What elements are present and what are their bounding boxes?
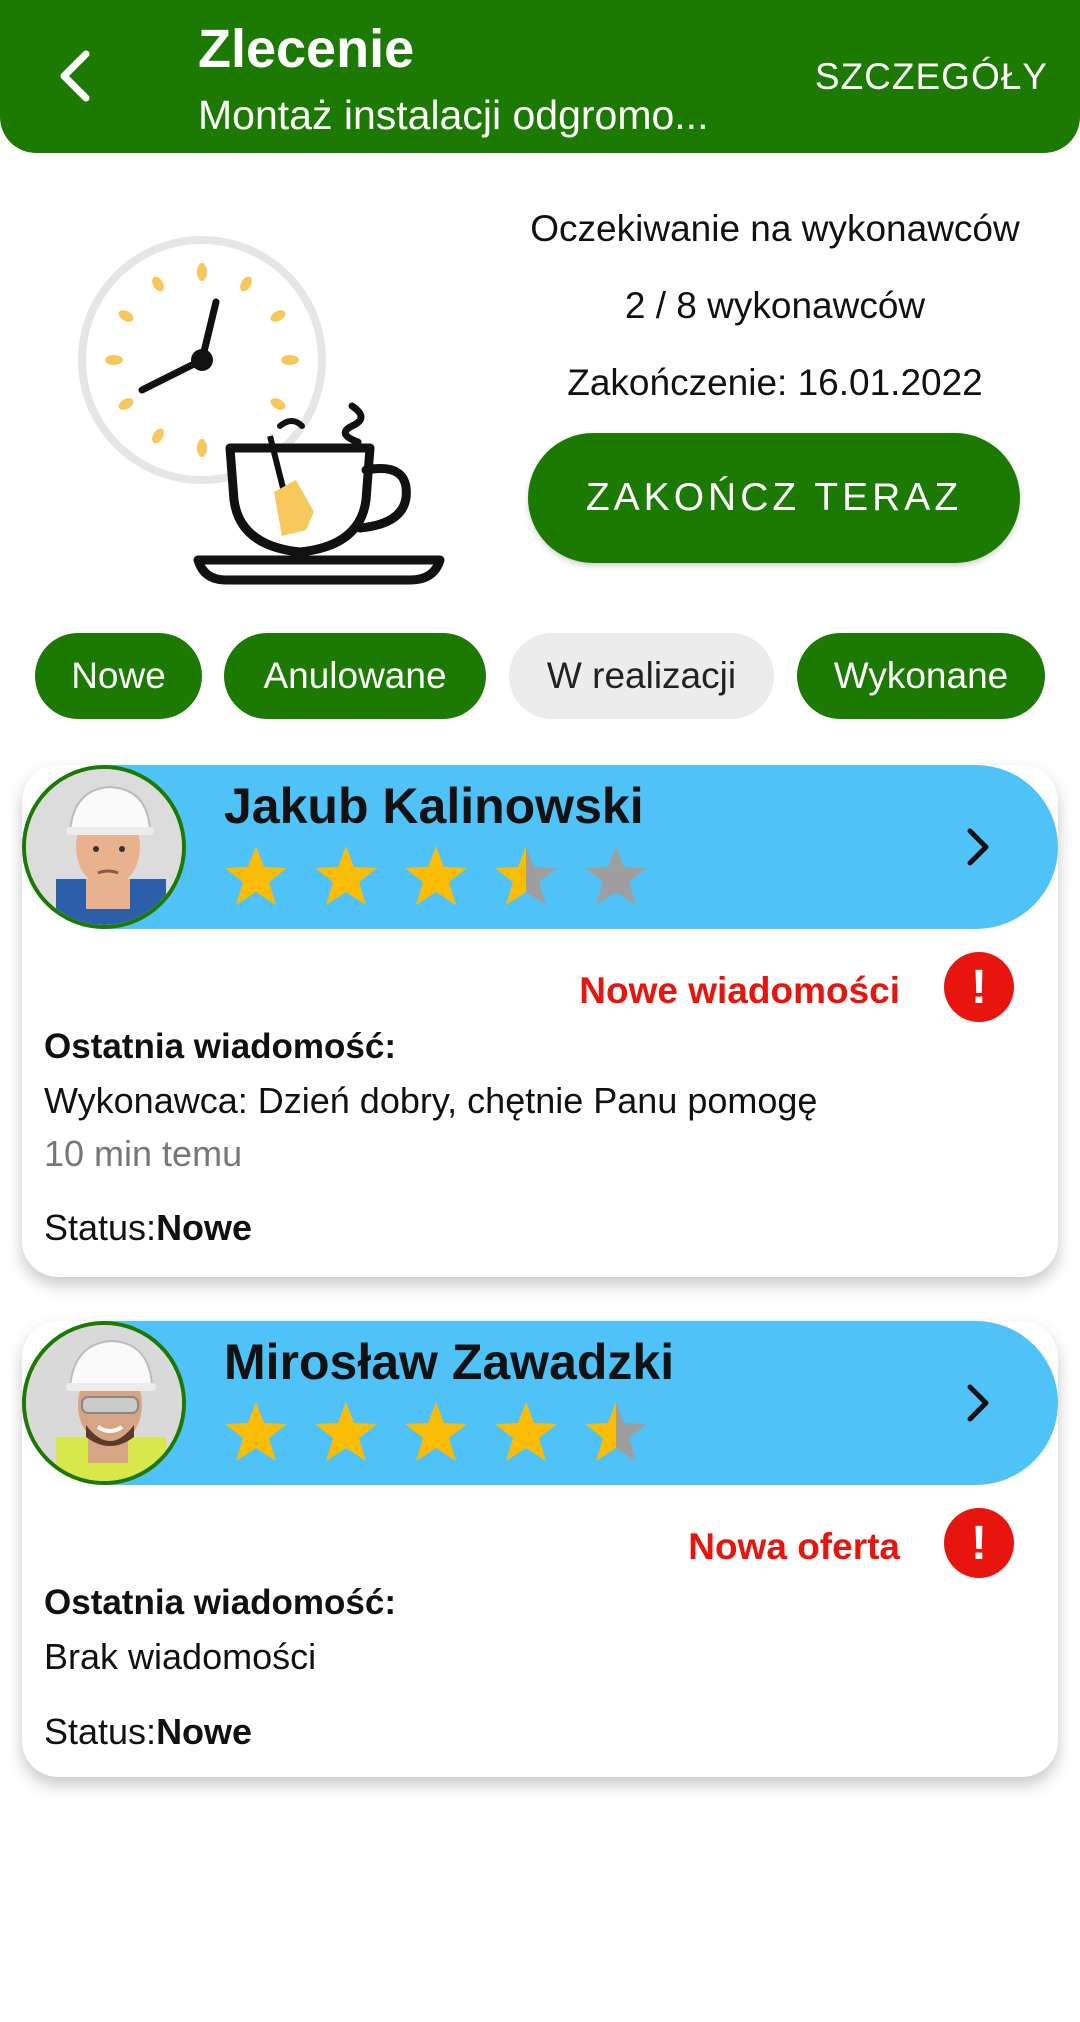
- finish-date: Zakończenie: 16.01.2022: [567, 362, 983, 403]
- alert-new-offer: Nowa oferta: [688, 1526, 900, 1567]
- contractor-card[interactable]: Jakub Kalinowski Nowe wiadomości ! Ostat…: [22, 765, 1058, 1277]
- avatar: [22, 765, 186, 929]
- contractor-header[interactable]: Mirosław Zawadzki: [22, 1321, 1058, 1485]
- avatar: [22, 1321, 186, 1485]
- status-value: Nowe: [156, 1711, 253, 1752]
- filter-chip-anulowane[interactable]: Anulowane: [224, 633, 486, 719]
- page-title: Zlecenie: [198, 19, 415, 79]
- star-icon: [225, 846, 287, 905]
- star-icon: [405, 1402, 467, 1461]
- chevron-right-icon[interactable]: [958, 823, 998, 871]
- exclamation-icon: !: [944, 1508, 1014, 1578]
- star-icon: [495, 1402, 557, 1461]
- last-message-label: Ostatnia wiadomość:: [44, 1583, 397, 1622]
- rating-stars: [222, 843, 650, 909]
- back-arrow-icon: [60, 50, 90, 102]
- chevron-right-icon[interactable]: [958, 1379, 998, 1427]
- star-icon: [405, 846, 467, 905]
- last-message-label: Ostatnia wiadomość:: [44, 1027, 397, 1066]
- contractor-card[interactable]: Mirosław Zawadzki Nowa oferta ! Ostatnia…: [22, 1321, 1058, 1777]
- back-button[interactable]: [44, 40, 114, 110]
- star-icon: [315, 846, 377, 905]
- details-button[interactable]: SZCZEGÓŁY: [815, 56, 1048, 98]
- app-bar: Zlecenie Montaż instalacji odgromo... SZ…: [0, 0, 1080, 153]
- last-message-text: Brak wiadomości: [44, 1636, 317, 1677]
- contractor-count: 2 / 8 wykonawców: [624, 285, 926, 326]
- contractor-name: Jakub Kalinowski: [224, 778, 644, 834]
- status-line: Status:Nowe: [44, 1207, 252, 1249]
- star-icon: [585, 1402, 647, 1461]
- filter-chip-wykonane[interactable]: Wykonane: [797, 633, 1045, 719]
- star-icon: [225, 1402, 287, 1461]
- status-value: Nowe: [156, 1207, 253, 1248]
- waiting-status: Oczekiwanie na wykonawców: [530, 208, 1020, 249]
- last-message-text: Wykonawca: Dzień dobry, chętnie Panu pom…: [44, 1080, 818, 1121]
- status-label: Status:: [44, 1207, 157, 1248]
- contractor-header[interactable]: Jakub Kalinowski: [22, 765, 1058, 929]
- star-icon: [315, 1402, 377, 1461]
- alert-new-messages: Nowe wiadomości: [579, 970, 900, 1011]
- finish-now-button[interactable]: ZAKOŃCZ TERAZ: [528, 433, 1020, 563]
- star-icon: [585, 846, 647, 905]
- star-icon: [495, 846, 557, 905]
- filter-chip-nowe[interactable]: Nowe: [35, 633, 202, 719]
- exclamation-icon: !: [944, 952, 1014, 1022]
- filter-chip-w-realizacji[interactable]: W realizacji: [509, 633, 774, 719]
- message-time: 10 min temu: [44, 1133, 243, 1174]
- status-label: Status:: [44, 1711, 157, 1752]
- waiting-illustration: [78, 236, 445, 585]
- rating-stars: [222, 1399, 650, 1465]
- page-subtitle: Montaż instalacji odgromo...: [198, 92, 709, 138]
- status-line: Status:Nowe: [44, 1711, 252, 1753]
- contractor-name: Mirosław Zawadzki: [224, 1334, 675, 1390]
